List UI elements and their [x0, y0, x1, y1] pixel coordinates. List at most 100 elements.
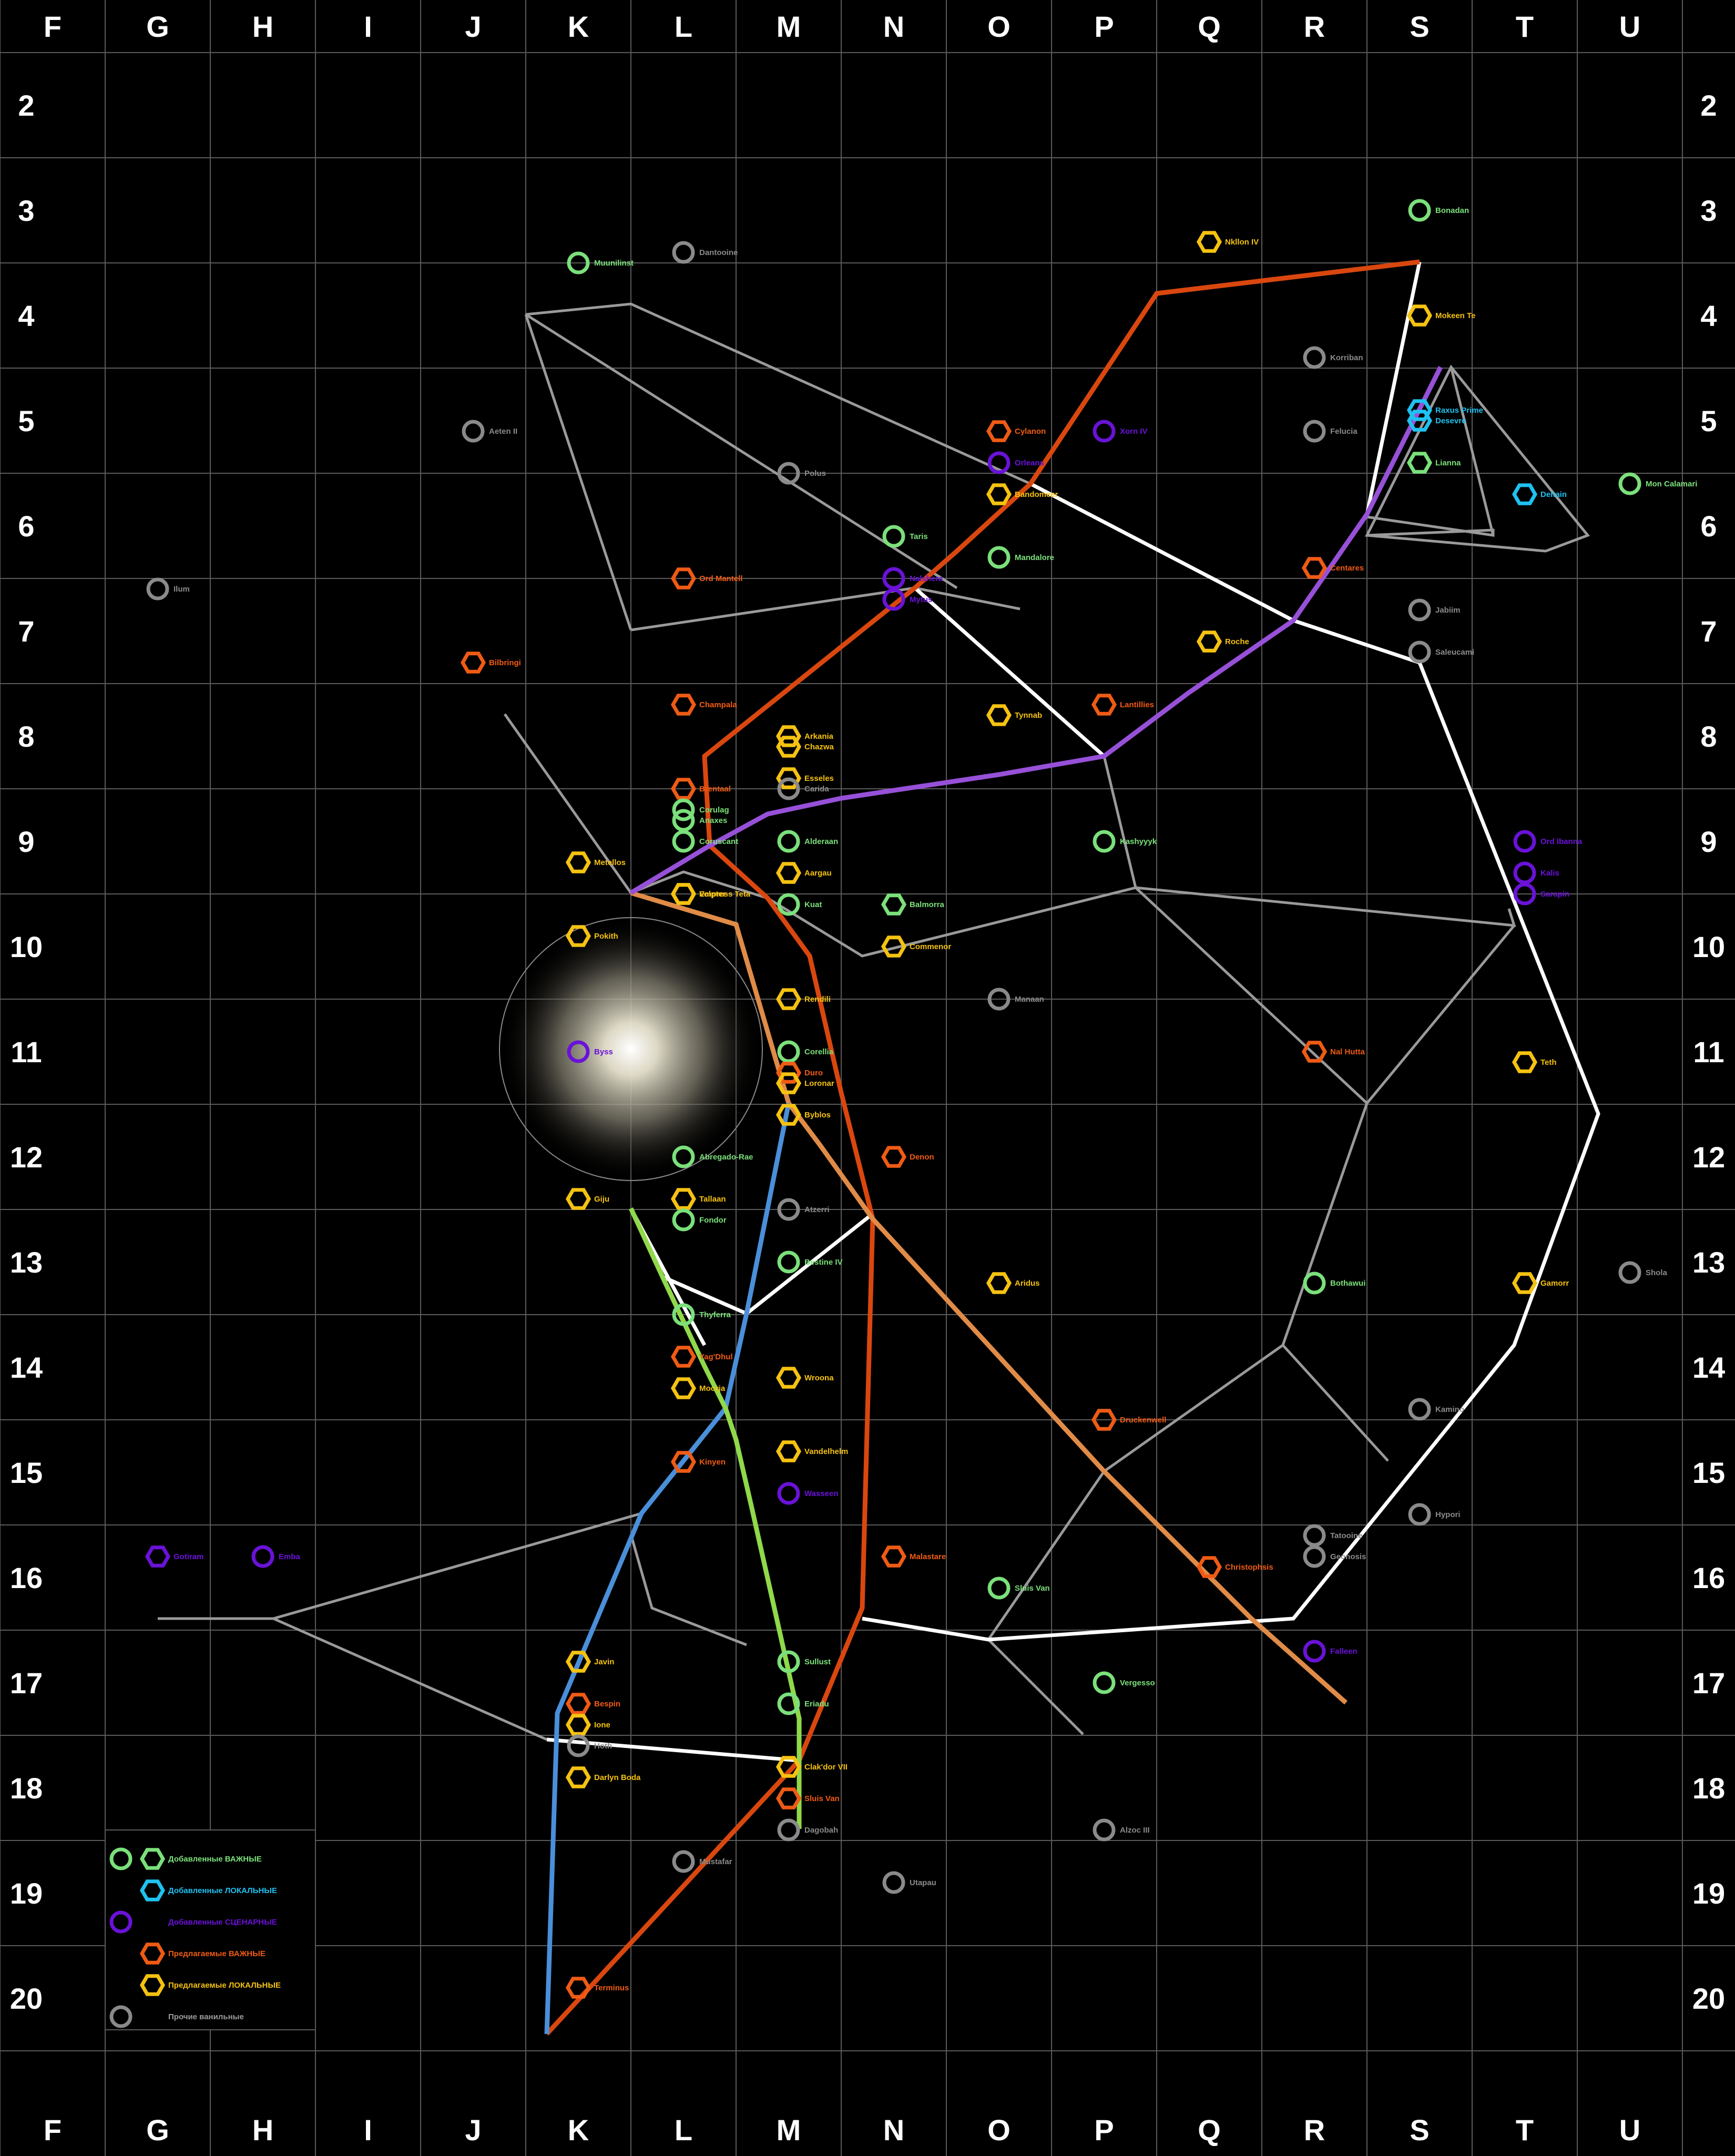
planet-label: Balmorra [910, 900, 945, 909]
planet-label: Pokith [594, 932, 618, 941]
column-label-bottom: U [1619, 2113, 1640, 2147]
planet-label: Sarapin [1540, 890, 1569, 899]
column-label-bottom: Q [1198, 2113, 1221, 2147]
planet-label: Bilbringi [489, 658, 521, 667]
column-label-bottom: G [146, 2113, 169, 2147]
column-label-bottom: O [987, 2113, 1011, 2147]
row-label-right: 17 [1692, 1666, 1725, 1700]
planet-label: Jabiim [1435, 606, 1461, 615]
galactic-core-glow [499, 917, 763, 1181]
planet-label: Kinyen [699, 1458, 726, 1467]
planet-label: Sluis Van [804, 1794, 840, 1803]
planet-label: Wroona [804, 1374, 834, 1382]
row-label-left: 14 [10, 1351, 43, 1384]
planet-label: Thyferra [699, 1310, 731, 1319]
planet-label: Aridus [1015, 1279, 1040, 1288]
row-label-left: 10 [10, 930, 43, 963]
planet-label: Commenor [910, 942, 951, 951]
planet-label: Centares [1330, 564, 1364, 573]
row-label-left: 20 [10, 1982, 43, 2015]
planet-label: Chazwa [804, 743, 834, 751]
row-label-right: 11 [1693, 1035, 1724, 1069]
planet-label: Kalis [1540, 869, 1559, 878]
planet-label: Esseles [804, 774, 834, 783]
column-label-bottom: I [364, 2113, 372, 2147]
planet-label: Ord Mantell [699, 574, 743, 583]
column-label-top: Q [1198, 10, 1221, 43]
planet-label: Ione [594, 1721, 610, 1730]
row-label-right: 19 [1692, 1877, 1725, 1910]
planet-label: Mandalore [1015, 553, 1054, 562]
row-label-right: 12 [1692, 1141, 1725, 1174]
legend-label: Добавленные СЦЕНАРНЫЕ [168, 1918, 277, 1927]
row-label-right: 18 [1692, 1772, 1725, 1805]
row-label-right: 5 [1700, 404, 1717, 438]
row-label-right: 6 [1700, 510, 1717, 543]
planet-label: Darlyn Boda [594, 1773, 641, 1782]
planet-label: Alderaan [804, 837, 838, 846]
row-label-left: 3 [18, 194, 34, 227]
row-label-right: 3 [1700, 194, 1717, 227]
column-label-top: N [883, 10, 904, 43]
column-label-bottom: H [252, 2113, 273, 2147]
planet-label: Alzoc III [1120, 1826, 1150, 1835]
planet-label: Emba [279, 1552, 301, 1561]
column-label-top: H [252, 10, 273, 43]
legend-label: Прочие ванильные [168, 2012, 244, 2021]
planet-label: Deltain [1540, 490, 1567, 499]
row-label-left: 8 [18, 720, 34, 753]
planet-label: Malastare [910, 1552, 946, 1561]
column-label-bottom: F [44, 2113, 62, 2147]
column-label-top: S [1410, 10, 1429, 43]
planet-label: Desevro [1435, 416, 1466, 425]
planet-label: Hoth [594, 1742, 612, 1751]
planet-label: Javin [594, 1657, 614, 1666]
column-label-bottom: K [568, 2113, 589, 2147]
planet-label: Byss [594, 1048, 613, 1056]
planet-label: Bespin [594, 1700, 620, 1708]
planet-label: Ord Ibanna [1540, 837, 1583, 846]
column-label-bottom: N [883, 2113, 904, 2147]
row-label-left: 15 [10, 1456, 43, 1489]
planet-label: Bestine IV [804, 1258, 843, 1267]
planet-label: Geonosis [1330, 1552, 1366, 1561]
planet-label: Nal Hutta [1330, 1048, 1365, 1056]
row-label-left: 16 [10, 1561, 43, 1594]
planet-label: Falleen [1330, 1647, 1358, 1656]
planet-label: Tallaan [699, 1195, 726, 1204]
row-label-right: 7 [1700, 615, 1717, 648]
row-label-left: 6 [18, 510, 34, 543]
row-label-left: 12 [10, 1141, 43, 1174]
planet-label: Raxus Prime [1435, 406, 1483, 415]
row-label-left: 4 [18, 299, 34, 332]
row-label-right: 14 [1692, 1351, 1725, 1384]
column-label-bottom: S [1410, 2113, 1429, 2147]
planet-label: Vandelhelm [804, 1447, 848, 1456]
galaxy-map: F F G G H H I I J J K K L L M M N N O O P P Q Q R R S S T T U U 2 2 3 3 4 4 5 5… [0, 0, 1735, 2156]
planet-label: Dantooine [699, 248, 738, 257]
planet-label: Atzerri [804, 1205, 830, 1214]
planet-label: Denon [910, 1153, 934, 1162]
planet-label: Anaxes [699, 816, 727, 825]
planet-label: Tynnab [1015, 711, 1042, 720]
planet-label: Korriban [1330, 353, 1363, 362]
row-label-left: 9 [18, 825, 34, 858]
row-label-left: 19 [10, 1877, 43, 1910]
column-label-top: J [465, 10, 481, 43]
planet-label: Champala [699, 700, 737, 709]
column-label-top: F [44, 10, 62, 43]
row-label-right: 15 [1692, 1456, 1725, 1489]
planet-label: Manaan [1015, 995, 1044, 1004]
row-label-right: 4 [1700, 299, 1717, 332]
planet-label: Terminus [594, 1984, 629, 1992]
planet-label: Nkllon IV [1225, 238, 1259, 247]
row-label-right: 8 [1700, 720, 1717, 753]
row-label-left: 18 [10, 1772, 43, 1805]
planet-label: Lantillies [1120, 700, 1154, 709]
planet-label: Duro [804, 1069, 823, 1077]
planet-label: Mokeen Te [1435, 311, 1475, 320]
column-label-top: G [146, 10, 169, 43]
planet-label: Xorn IV [1120, 427, 1148, 436]
column-label-bottom: R [1304, 2113, 1325, 2147]
planet-label: Bandomeer [1015, 490, 1058, 499]
